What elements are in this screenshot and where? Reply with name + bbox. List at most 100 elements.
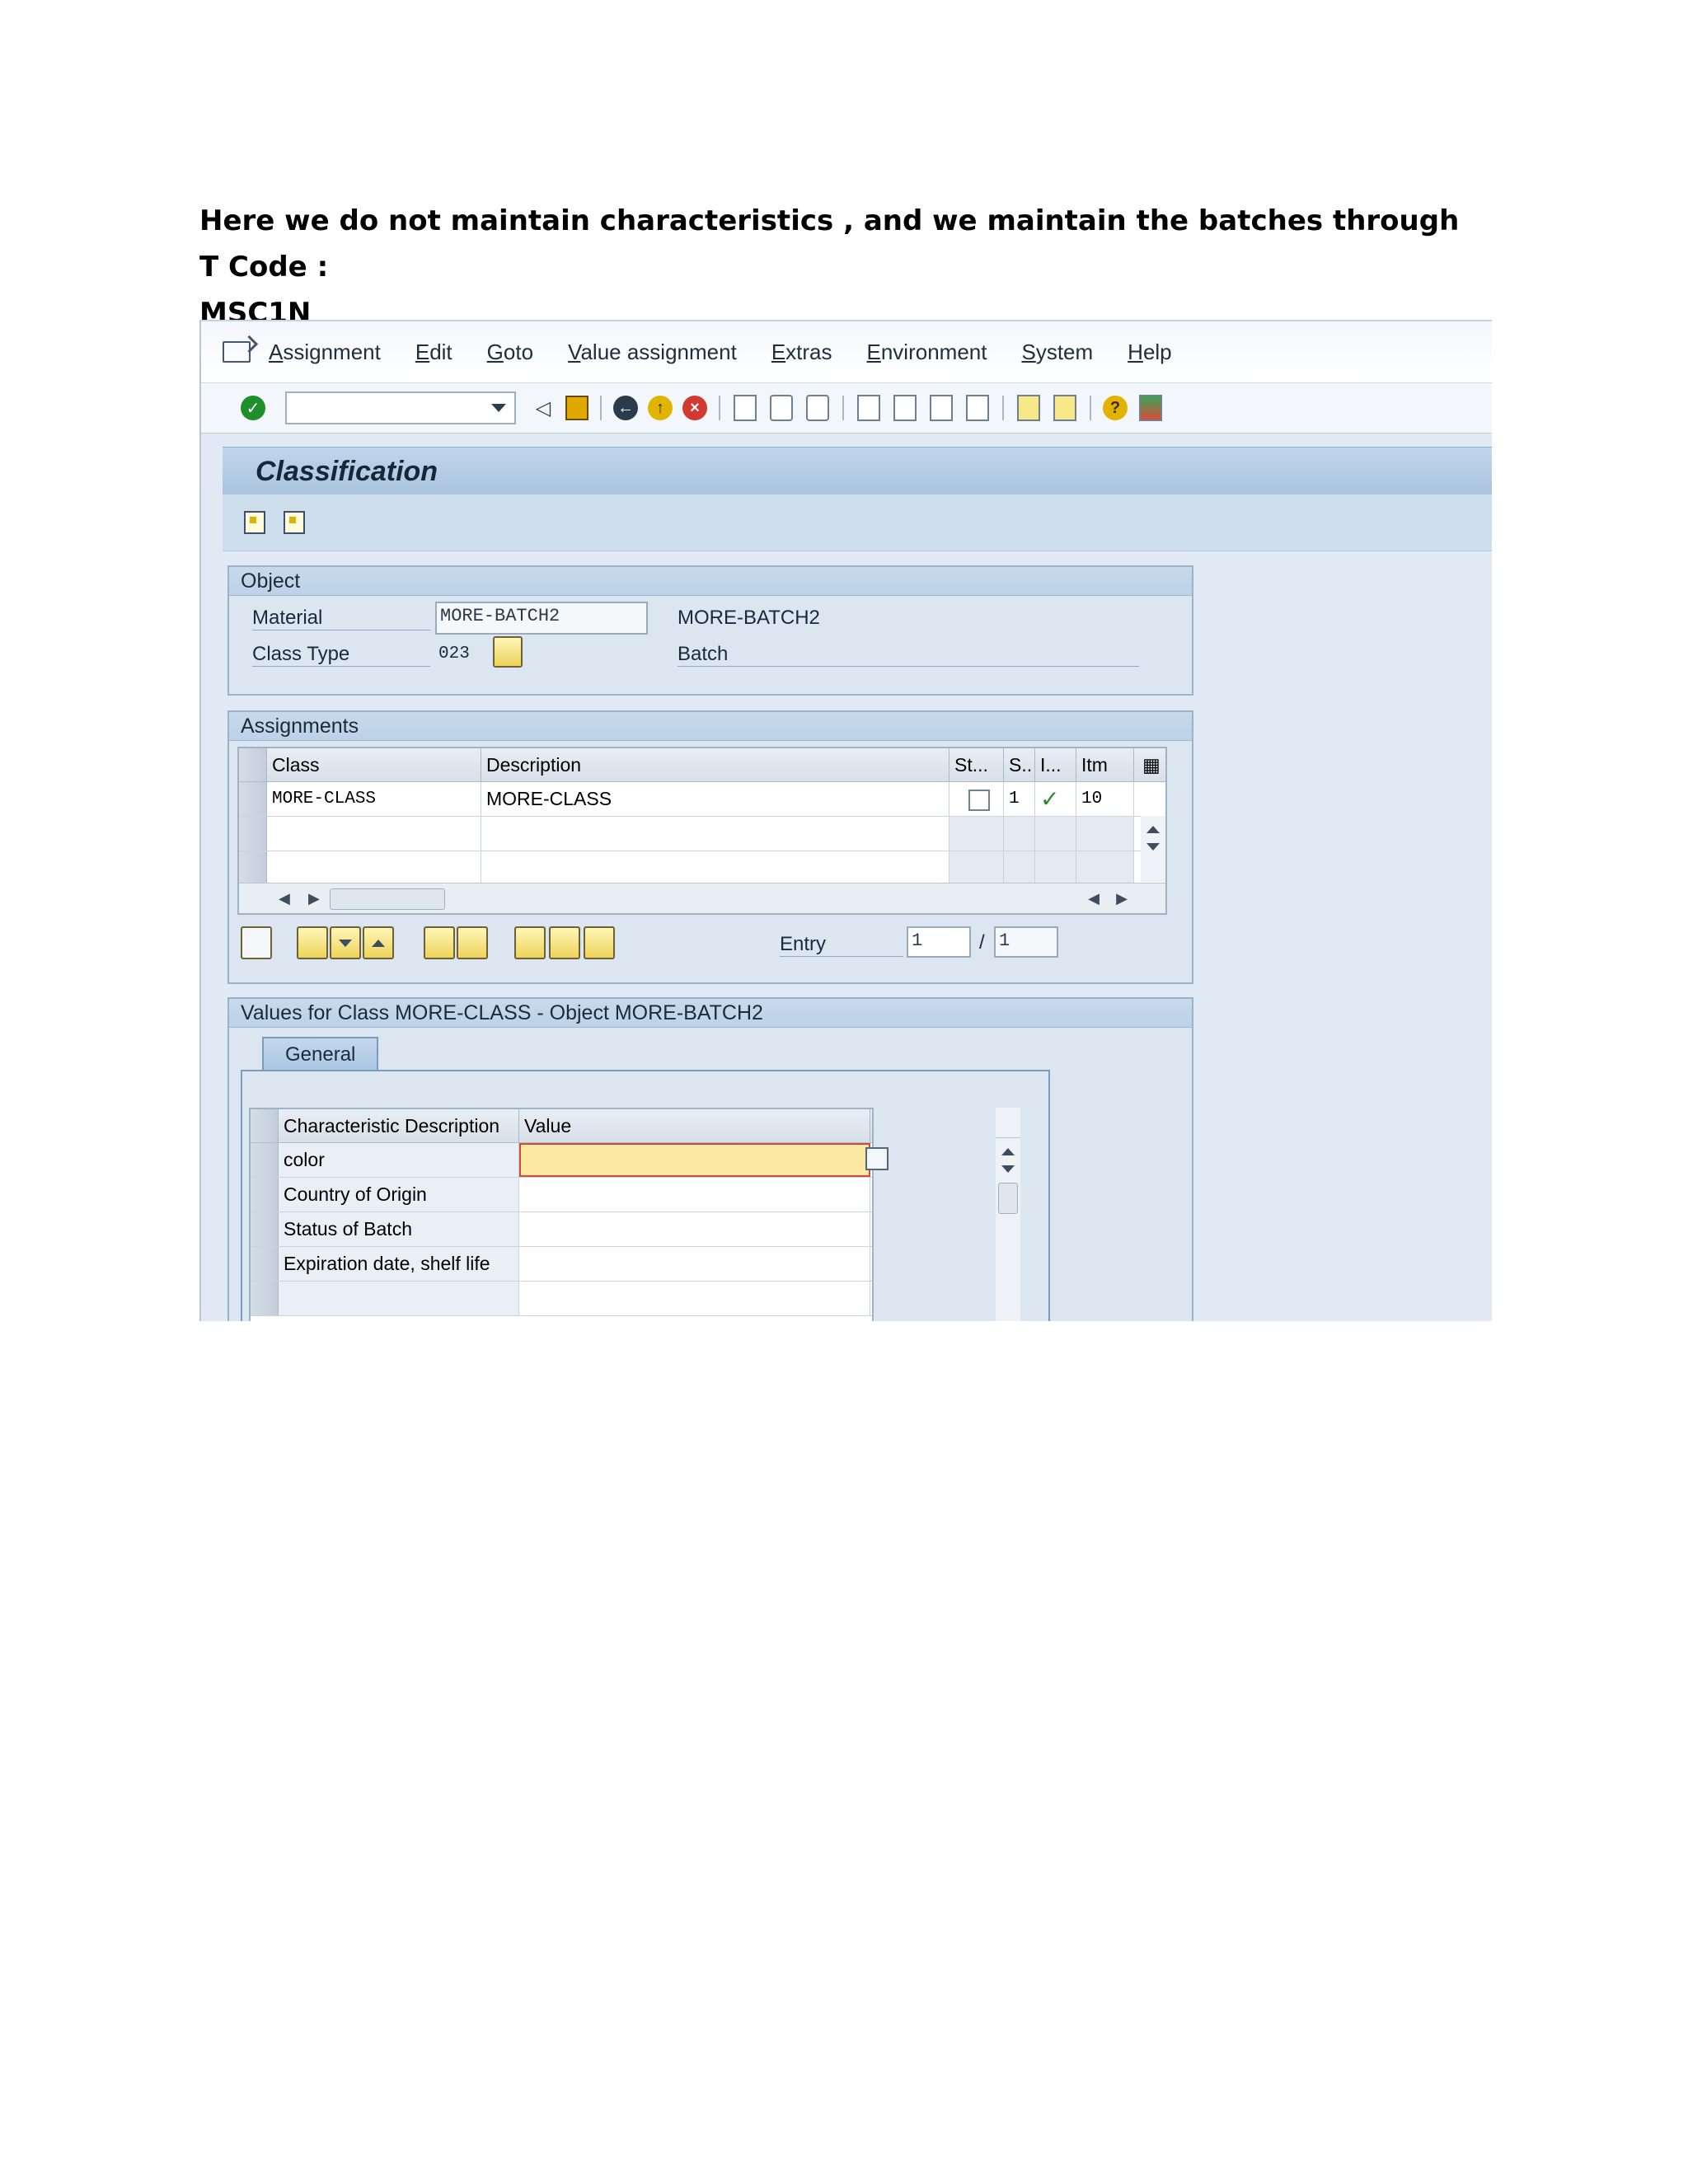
table-row[interactable]: Country of Origin	[251, 1178, 872, 1212]
save-icon[interactable]	[565, 396, 588, 420]
create-session-icon[interactable]	[1017, 395, 1040, 421]
chevron-up-icon	[372, 940, 385, 947]
col-i[interactable]: I...	[1035, 748, 1076, 781]
table-settings-icon[interactable]: ▦	[1134, 748, 1164, 781]
menu-goto[interactable]: Goto	[487, 340, 533, 365]
back-arrow-icon[interactable]: ◁	[531, 396, 556, 420]
print-icon[interactable]	[734, 395, 757, 421]
assignments-vertical-scrollbar[interactable]	[1141, 816, 1165, 882]
menu-help[interactable]: Help	[1128, 340, 1171, 365]
deselect-all-button[interactable]	[584, 926, 615, 959]
cell-status[interactable]	[950, 782, 1004, 816]
previous-object-icon[interactable]	[244, 511, 265, 534]
insert-row-button[interactable]	[424, 926, 455, 959]
cancel-icon[interactable]: ×	[682, 396, 707, 420]
toolbar-separator	[1002, 396, 1004, 420]
row-selector[interactable]	[251, 1143, 279, 1177]
menu-edit[interactable]: Edit	[415, 340, 452, 365]
col-item[interactable]: Itm	[1076, 748, 1134, 781]
help-icon[interactable]: ?	[1103, 396, 1128, 420]
select-all-button[interactable]	[514, 926, 546, 959]
col-characteristic-description[interactable]: Characteristic Description	[279, 1109, 519, 1142]
scroll-thumb[interactable]	[330, 888, 445, 910]
cell-item[interactable]: 10	[1076, 782, 1134, 816]
command-field[interactable]	[285, 391, 516, 424]
table-row[interactable]: Expiration date, shelf life	[251, 1247, 872, 1282]
select-all-cell[interactable]	[239, 748, 267, 781]
menu-extras[interactable]: Extras	[771, 340, 832, 365]
values-group: Values for Class MORE-CLASS - Object MOR…	[227, 997, 1193, 1321]
details-button[interactable]	[241, 926, 272, 959]
class-type-label: Class Type	[252, 643, 430, 667]
find-icon[interactable]	[770, 395, 793, 421]
col-value[interactable]: Value	[519, 1109, 870, 1142]
sort-ascending-button[interactable]	[363, 926, 394, 959]
value-input[interactable]	[519, 1212, 870, 1246]
row-selector[interactable]	[251, 1247, 279, 1281]
row-selector[interactable]	[239, 817, 267, 851]
entry-total: 1	[994, 926, 1058, 958]
col-class[interactable]: Class	[267, 748, 481, 781]
menu-value-assignment[interactable]: Value assignment	[568, 340, 737, 365]
back-icon[interactable]: ←	[613, 396, 638, 420]
search-icon[interactable]	[297, 926, 328, 959]
scroll-right-icon[interactable]: ▶	[1116, 890, 1128, 907]
row-selector[interactable]	[251, 1178, 279, 1212]
next-object-icon[interactable]	[284, 511, 305, 534]
shortcut-icon[interactable]	[1053, 395, 1076, 421]
assignments-horizontal-scrollbar[interactable]: ◀ ▶ ◀ ▶	[239, 883, 1165, 913]
scroll-down-icon[interactable]	[1001, 1165, 1015, 1173]
scroll-up-icon[interactable]	[1001, 1148, 1015, 1155]
characteristics-vertical-scrollbar[interactable]	[996, 1108, 1020, 1321]
scroll-up-icon[interactable]	[1146, 826, 1160, 833]
material-field[interactable]: MORE-BATCH2	[435, 602, 648, 635]
col-description[interactable]: Description	[481, 748, 950, 781]
col-status[interactable]: St...	[950, 748, 1004, 781]
value-help-icon[interactable]	[865, 1147, 889, 1170]
menu-icon[interactable]	[223, 341, 251, 363]
general-tab-panel: Characteristic Description Value color C…	[241, 1070, 1050, 1321]
exit-icon[interactable]: ↑	[648, 396, 673, 420]
status-checkbox[interactable]	[968, 789, 990, 811]
menu-system[interactable]: System	[1021, 340, 1093, 365]
last-page-icon[interactable]	[966, 395, 989, 421]
scroll-thumb[interactable]	[998, 1183, 1018, 1214]
value-input[interactable]	[519, 1143, 870, 1177]
value-input[interactable]	[519, 1178, 870, 1212]
table-row[interactable]	[251, 1282, 872, 1316]
entry-field[interactable]: 1	[907, 926, 971, 958]
table-row[interactable]	[239, 851, 1165, 886]
row-selector[interactable]	[239, 782, 267, 816]
scroll-right-icon[interactable]: ▶	[308, 890, 320, 907]
table-row[interactable]: Status of Batch	[251, 1212, 872, 1247]
next-page-icon[interactable]	[930, 395, 953, 421]
scroll-down-icon[interactable]	[1146, 843, 1160, 851]
first-page-icon[interactable]	[857, 395, 880, 421]
row-selector[interactable]	[251, 1212, 279, 1246]
scroll-left-icon[interactable]: ◀	[279, 890, 290, 907]
row-selector[interactable]	[239, 851, 267, 885]
previous-page-icon[interactable]	[893, 395, 917, 421]
tab-general[interactable]: General	[262, 1037, 379, 1071]
enter-icon[interactable]: ✓	[241, 396, 265, 420]
table-row[interactable]: MORE-CLASS MORE-CLASS 1 ✓ 10	[239, 782, 1165, 817]
chevron-down-icon[interactable]	[491, 404, 506, 412]
select-block-button[interactable]	[549, 926, 580, 959]
menu-environment[interactable]: Environment	[867, 340, 987, 365]
scroll-left-icon[interactable]: ◀	[1088, 890, 1100, 907]
menu-assignment[interactable]: Assignment	[269, 340, 381, 365]
table-row[interactable]	[239, 817, 1165, 851]
value-input[interactable]	[519, 1247, 870, 1281]
delete-row-button[interactable]	[457, 926, 488, 959]
find-next-icon[interactable]	[806, 395, 829, 421]
col-s[interactable]: S..	[1004, 748, 1035, 781]
cell-s: 1	[1004, 782, 1035, 816]
layout-menu-icon[interactable]	[1139, 395, 1162, 421]
sort-descending-button[interactable]	[330, 926, 361, 959]
table-row[interactable]: color	[251, 1143, 872, 1178]
column-settings-icon[interactable]	[996, 1108, 1020, 1138]
class-type-help-icon[interactable]	[493, 636, 523, 668]
select-all-cell[interactable]	[251, 1109, 279, 1142]
cell-class[interactable]: MORE-CLASS	[267, 782, 481, 816]
row-selector[interactable]	[251, 1282, 279, 1315]
